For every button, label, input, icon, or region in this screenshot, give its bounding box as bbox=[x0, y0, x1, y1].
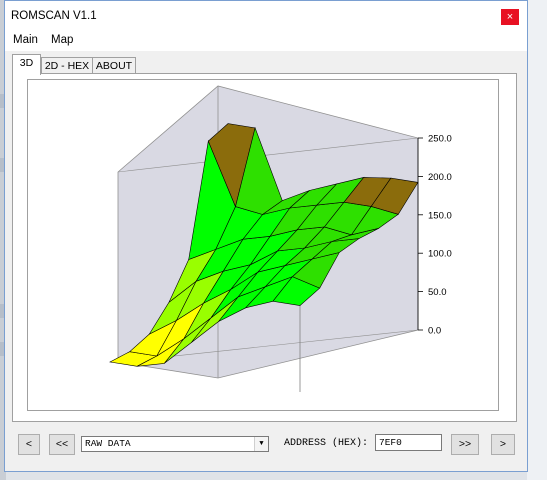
tab-panel-3d: 250.0 200.0 150.0 100.0 50.0 0.0 bbox=[12, 73, 517, 422]
mode-select-value: RAW DATA bbox=[85, 438, 131, 449]
mode-select[interactable]: RAW DATA ▼ bbox=[81, 436, 269, 452]
tab-about[interactable]: ABOUT bbox=[92, 57, 136, 74]
z-axis-tick-label: 0.0 bbox=[428, 326, 441, 337]
z-axis-tick-label: 150.0 bbox=[428, 210, 452, 221]
tab-2d-hex[interactable]: 2D - HEX bbox=[41, 57, 93, 74]
tab-3d[interactable]: 3D bbox=[12, 54, 41, 75]
last-button[interactable]: > bbox=[491, 434, 515, 455]
title-bar[interactable]: ROMSCAN V1.1 × bbox=[5, 1, 527, 31]
surface-plot-canvas: 250.0 200.0 150.0 100.0 50.0 0.0 bbox=[109, 85, 452, 392]
close-icon: × bbox=[506, 11, 514, 23]
close-button[interactable]: × bbox=[501, 9, 519, 25]
menu-bar: Main Map bbox=[5, 31, 527, 51]
address-input[interactable]: 7EF0 bbox=[375, 434, 442, 451]
previous-button[interactable]: << bbox=[49, 434, 75, 455]
surface-plot[interactable]: 250.0 200.0 150.0 100.0 50.0 0.0 bbox=[27, 79, 499, 411]
z-axis-tick-label: 100.0 bbox=[428, 249, 452, 260]
desktop-background-right bbox=[527, 0, 547, 480]
menu-main[interactable]: Main bbox=[13, 34, 38, 46]
menu-map[interactable]: Map bbox=[51, 34, 73, 46]
window-title: ROMSCAN V1.1 bbox=[11, 10, 97, 22]
address-label: ADDRESS (HEX): bbox=[284, 438, 369, 449]
chevron-down-icon[interactable]: ▼ bbox=[254, 437, 268, 451]
first-button[interactable]: < bbox=[18, 434, 40, 455]
next-button[interactable]: >> bbox=[451, 434, 479, 455]
z-axis-tick-label: 200.0 bbox=[428, 172, 452, 183]
z-axis: 250.0 200.0 150.0 100.0 50.0 0.0 bbox=[417, 134, 452, 337]
z-axis-tick-label: 50.0 bbox=[428, 287, 447, 298]
z-axis-tick-label: 250.0 bbox=[428, 134, 452, 145]
